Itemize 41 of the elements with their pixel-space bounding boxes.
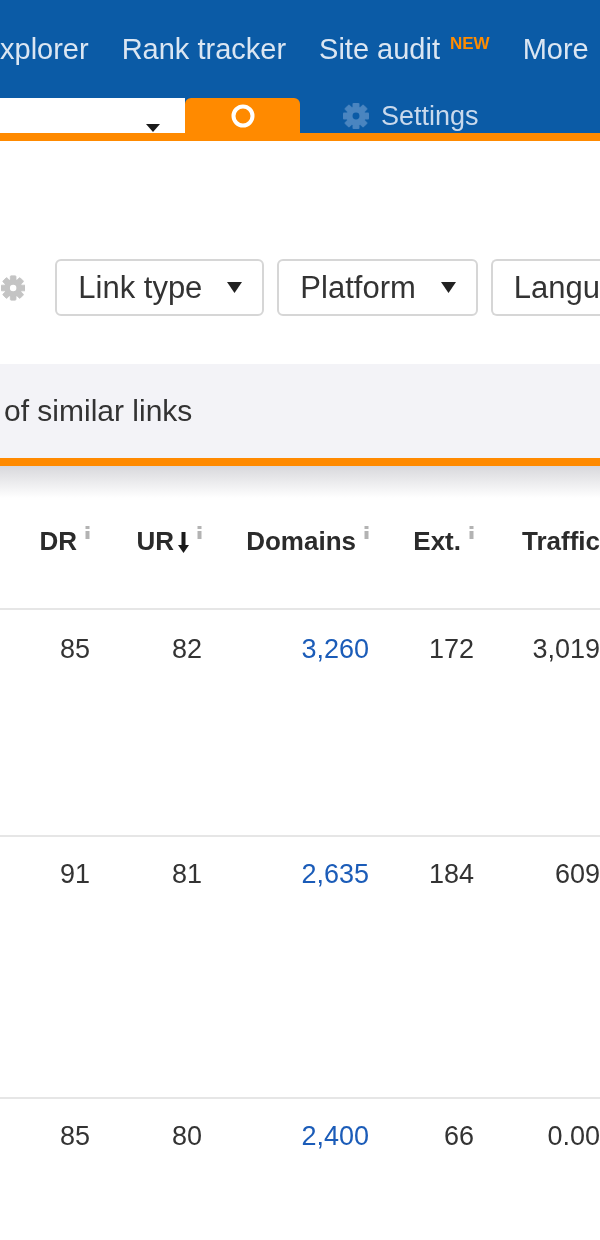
info-icon[interactable] [469, 526, 474, 539]
notice-text: of similar links [4, 393, 193, 429]
caret-icon [440, 282, 456, 293]
column-header[interactable]: Domains [246, 524, 369, 558]
filter-dropdown[interactable]: Link type [55, 259, 265, 316]
caret-icon [227, 282, 243, 293]
table-cell: 66 [443, 1121, 474, 1151]
search-field[interactable] [0, 98, 185, 133]
table-cell: 85 [59, 634, 90, 664]
table-cell: 81 [171, 859, 202, 889]
domains-link[interactable]: 3,260 [301, 634, 369, 664]
column-header[interactable]: UR [136, 524, 202, 558]
nav-link[interactable]: xplorer [0, 32, 89, 66]
new-label: NEW [449, 34, 490, 54]
table-cell: 85 [59, 1121, 90, 1151]
filter-dropdown[interactable]: Langu [490, 259, 600, 316]
column-header[interactable]: Traffic [521, 524, 600, 558]
table-cell: 609 [554, 859, 600, 889]
nav-link[interactable]: More [522, 32, 589, 66]
table-cell: 91 [59, 859, 90, 889]
table-cell: 82 [171, 634, 202, 664]
table-cell: 0.00 [547, 1121, 600, 1151]
column-header[interactable]: DR [39, 524, 90, 558]
info-icon[interactable] [197, 526, 202, 539]
info-icon[interactable] [364, 526, 369, 539]
table-cell: 184 [428, 859, 474, 889]
search-button[interactable] [185, 98, 300, 133]
settings-link[interactable]: Settings [343, 98, 479, 133]
table-cell: 3,019 [532, 634, 600, 664]
nav-link[interactable]: Site audit NEW [319, 32, 490, 66]
column-header[interactable]: Ext. [413, 524, 474, 558]
filter-dropdown[interactable]: Platform [277, 259, 478, 316]
nav-link[interactable]: Rank tracker [121, 32, 287, 66]
gear-icon [343, 102, 369, 129]
info-icon[interactable] [85, 526, 90, 539]
domains-link[interactable]: 2,635 [301, 859, 369, 889]
sort-down-icon [178, 532, 189, 553]
table-cell: 172 [428, 634, 474, 664]
search-icon [230, 103, 255, 128]
domains-link[interactable]: 2,400 [301, 1121, 369, 1151]
table-cell: 80 [171, 1121, 202, 1151]
